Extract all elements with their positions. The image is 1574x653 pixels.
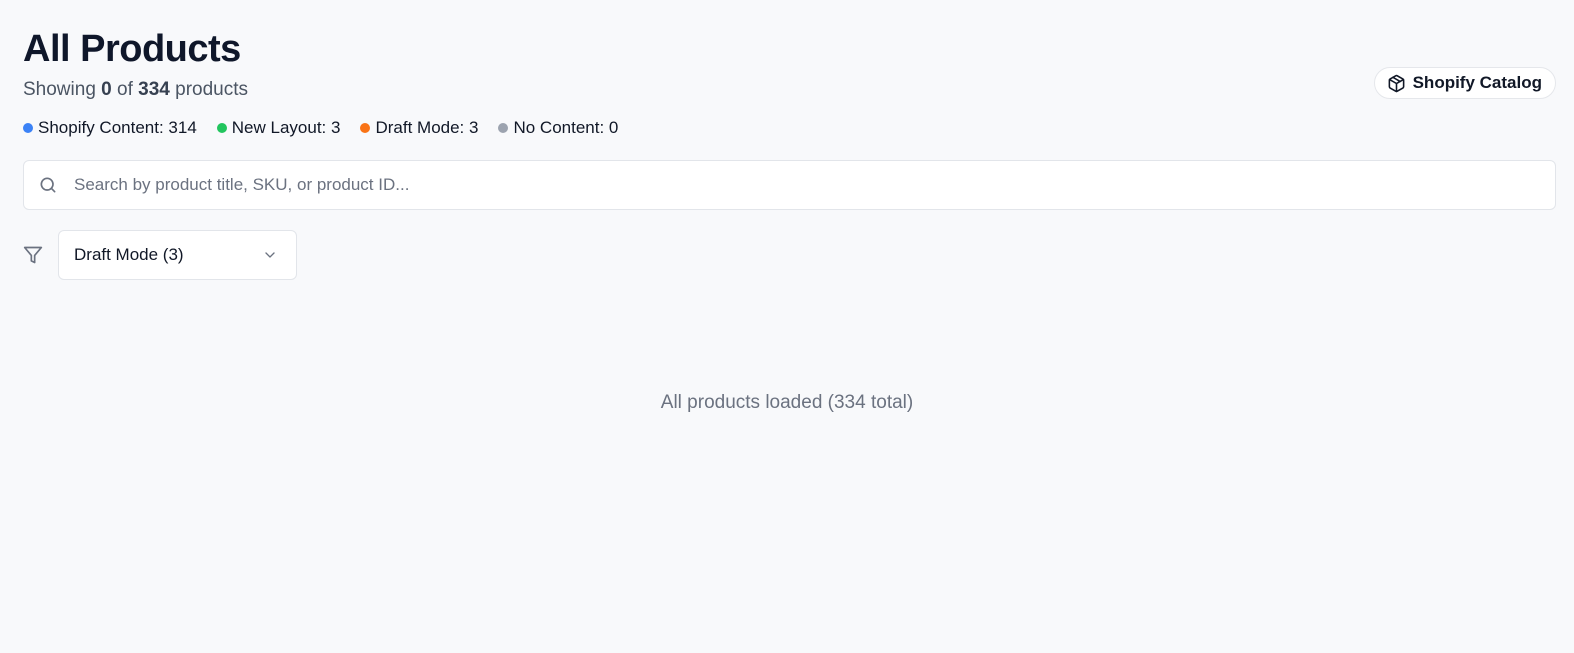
search-icon (38, 175, 58, 195)
stat-label: Draft Mode: 3 (375, 118, 479, 137)
search-bar (23, 160, 1556, 210)
page-title: All Products (23, 28, 241, 70)
page-header: All Products Showing 0 of 334 products S… (23, 0, 1556, 112)
all-loaded-message: All products loaded (334 total) (660, 392, 914, 413)
stat-draft-mode: Draft Mode: 3 (360, 118, 478, 138)
product-count-summary: Showing 0 of 334 products (23, 79, 248, 101)
status-dot-blue (23, 123, 33, 133)
total-count: 334 (138, 79, 170, 100)
shopify-catalog-button[interactable]: Shopify Catalog (1373, 67, 1556, 99)
showing-of: of (117, 79, 133, 100)
status-filter-value: Draft Mode (3) (74, 245, 184, 264)
chevron-down-icon (262, 247, 278, 263)
stat-label: New Layout: 3 (231, 118, 341, 137)
products-page: All Products Showing 0 of 334 products S… (0, 0, 1574, 653)
showing-suffix: products (175, 79, 249, 100)
stat-no-content: No Content: 0 (498, 118, 618, 138)
stat-shopify-content: Shopify Content: 314 (23, 118, 197, 138)
showing-count: 0 (101, 79, 112, 100)
stat-label: No Content: 0 (513, 118, 619, 137)
status-legend: Shopify Content: 314 New Layout: 3 Draft… (23, 116, 1556, 140)
filter-row: Draft Mode (3) (23, 230, 1556, 280)
status-filter-select[interactable]: Draft Mode (3) (58, 230, 297, 280)
search-input[interactable] (74, 161, 1555, 209)
stat-new-layout: New Layout: 3 (216, 118, 341, 138)
stat-label: Shopify Content: 314 (38, 118, 197, 137)
showing-prefix: Showing (23, 79, 96, 100)
filter-icon (23, 245, 43, 265)
status-dot-gray (498, 123, 509, 133)
status-dot-green (216, 123, 227, 133)
package-icon (1387, 74, 1406, 93)
shopify-catalog-label: Shopify Catalog (1412, 73, 1542, 92)
status-dot-orange (360, 123, 371, 133)
